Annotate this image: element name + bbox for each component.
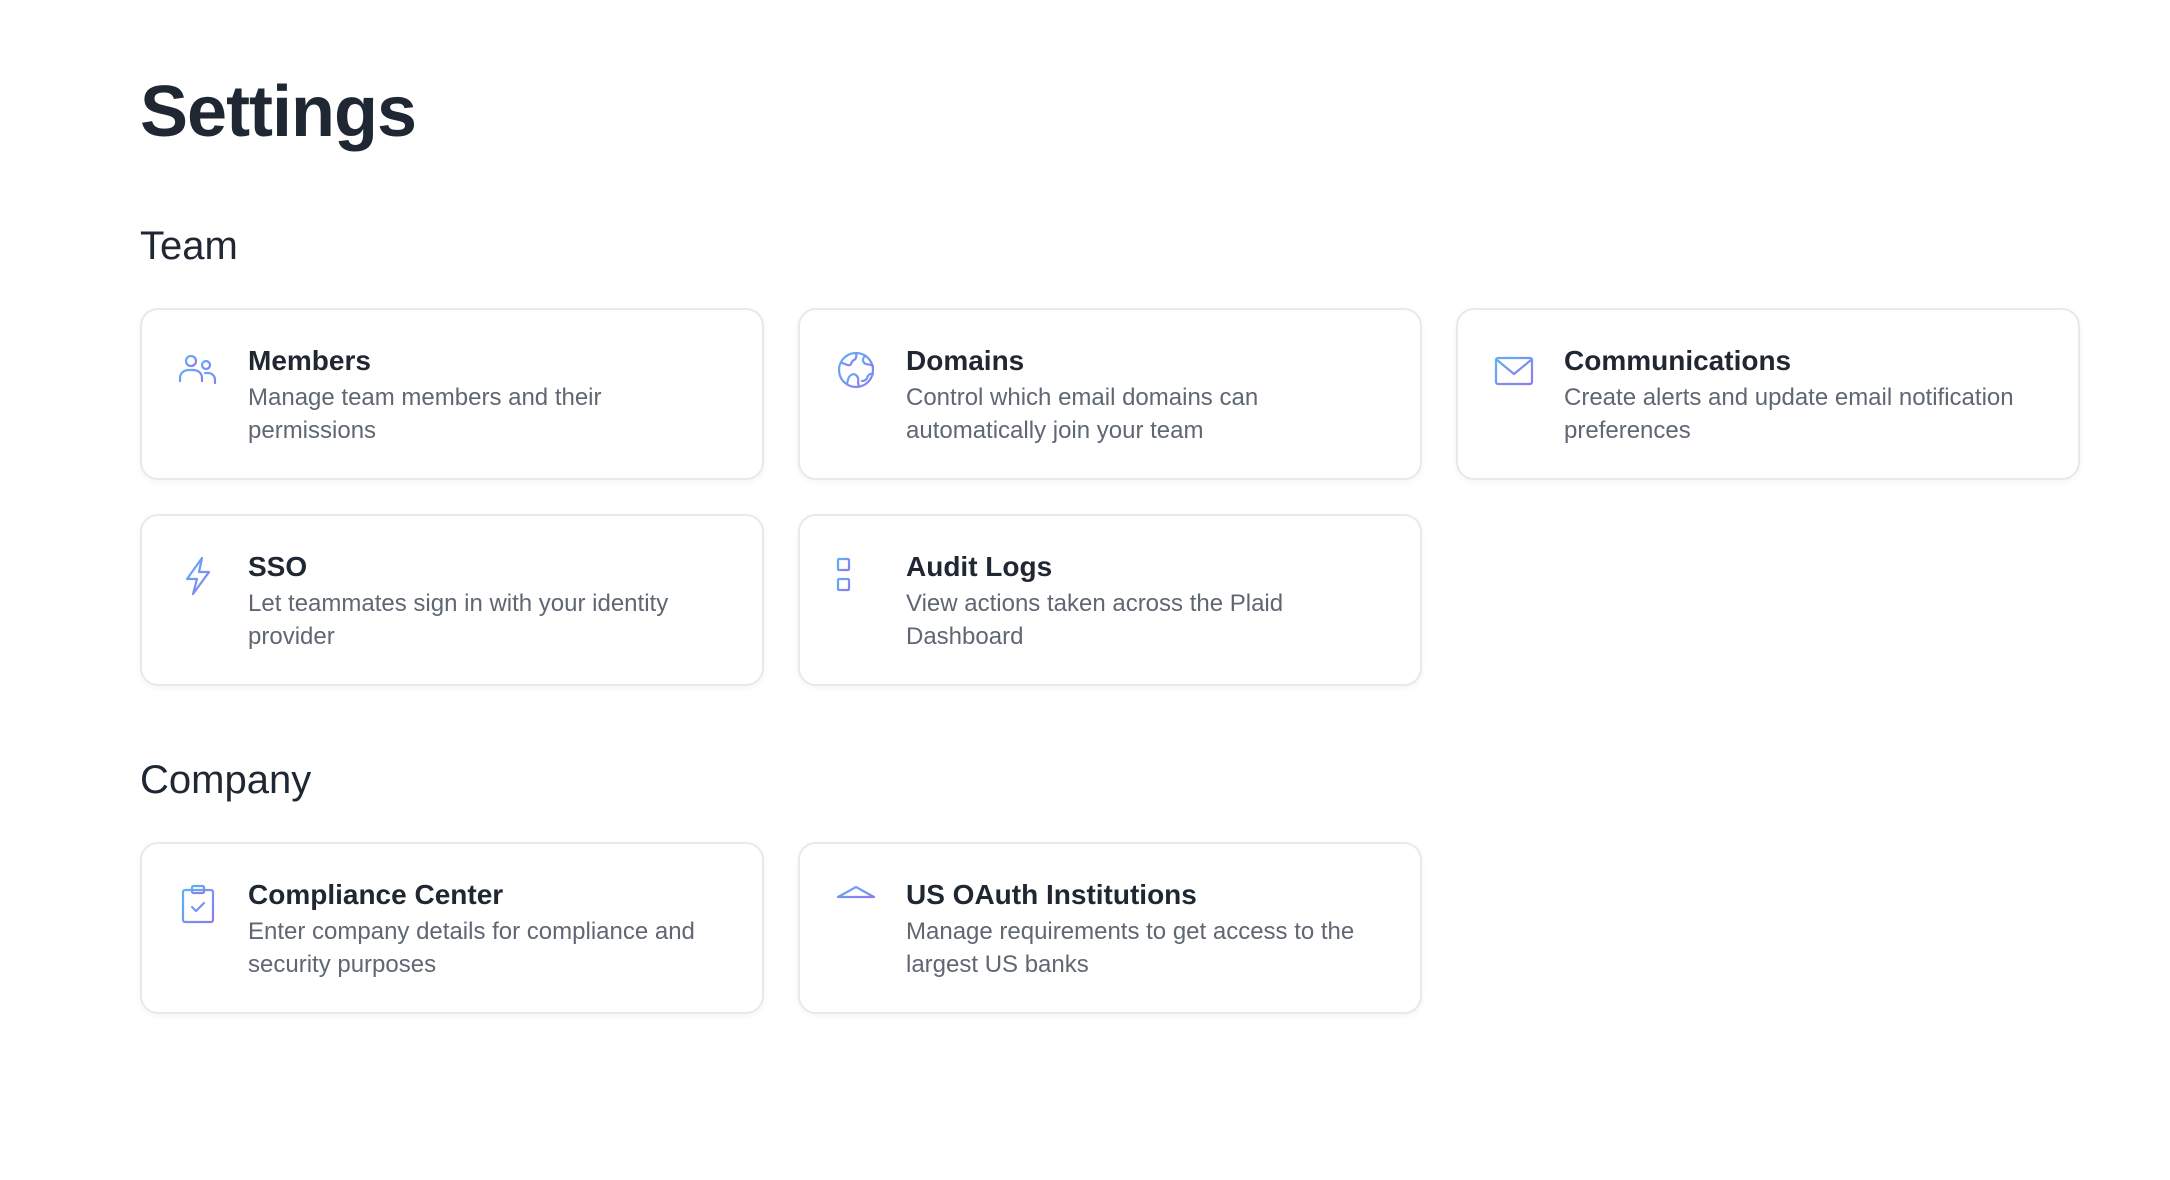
team-cards: Members Manage team members and their pe…	[140, 308, 2080, 686]
bank-icon	[834, 882, 878, 926]
domains-card[interactable]: Domains Control which email domains can …	[798, 308, 1422, 480]
sso-title: SSO	[248, 551, 308, 582]
communications-description: Create alerts and update email notificat…	[1564, 384, 2014, 444]
lightning-icon	[176, 554, 220, 598]
company-cards: Compliance Center Enter company details …	[140, 842, 2080, 1014]
settings-page: Settings Team Members Manage team member…	[140, 66, 2080, 1014]
audit-logs-card[interactable]: Audit Logs View actions taken across the…	[798, 514, 1422, 686]
domains-description: Control which email domains can automati…	[906, 384, 1259, 444]
people-icon	[176, 348, 220, 392]
sso-description: Let teammates sign in with your identity…	[248, 590, 669, 650]
page-title: Settings	[140, 72, 417, 152]
list-icon	[834, 554, 878, 598]
us-oauth-institutions-title: US OAuth Institutions	[906, 879, 1197, 910]
compliance-center-card[interactable]: Compliance Center Enter company details …	[140, 842, 764, 1014]
us-oauth-institutions-description: Manage requirements to get access to the…	[906, 918, 1355, 978]
audit-logs-title: Audit Logs	[906, 551, 1053, 582]
members-title: Members	[248, 345, 371, 376]
globe-icon	[834, 348, 878, 392]
members-description: Manage team members and their permission…	[248, 384, 602, 444]
clipboard-check-icon	[176, 882, 220, 926]
envelope-icon	[1492, 348, 1536, 392]
compliance-center-title: Compliance Center	[248, 879, 504, 910]
compliance-center-description: Enter company details for compliance and…	[248, 918, 695, 978]
team-section-heading: Team	[140, 224, 238, 268]
sso-card[interactable]: SSO Let teammates sign in with your iden…	[140, 514, 764, 686]
domains-title: Domains	[906, 345, 1025, 376]
communications-title: Communications	[1564, 345, 1792, 376]
audit-logs-description: View actions taken across the Plaid Dash…	[906, 590, 1284, 650]
communications-card[interactable]: Communications Create alerts and update …	[1456, 308, 2080, 480]
members-card[interactable]: Members Manage team members and their pe…	[140, 308, 764, 480]
company-section-heading: Company	[140, 758, 312, 802]
us-oauth-institutions-card[interactable]: US OAuth Institutions Manage requirement…	[798, 842, 1422, 1014]
